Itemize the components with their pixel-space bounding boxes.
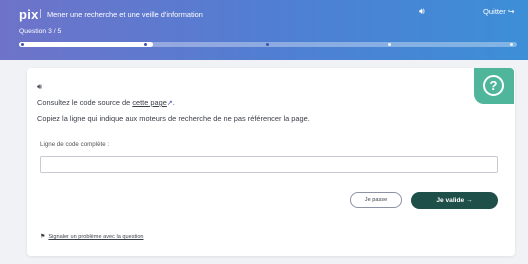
- flag-icon: ⚑: [40, 234, 46, 240]
- question-badge: ?: [474, 68, 514, 104]
- report-problem-label: Signaler un problème avec la question: [48, 234, 144, 240]
- report-problem-link[interactable]: ⚑ Signaler un problème avec la question: [40, 233, 144, 240]
- progress-step-dot: [509, 43, 513, 46]
- pix-logo[interactable]: pix: [19, 7, 39, 22]
- question-mark-icon: ?: [483, 75, 504, 96]
- instruction-line-2: Copiez la ligne qui indique aux moteurs …: [37, 114, 310, 123]
- speaker-icon[interactable]: 🔊︎: [419, 6, 425, 17]
- instruction-line-1: Consultez le code source de cette page↗.: [37, 98, 175, 107]
- header-bar: pix Mener une recherche et une veille d'…: [0, 0, 528, 60]
- assessment-title: Mener une recherche et une veille d'info…: [47, 10, 203, 19]
- progress-bar-fill: [19, 42, 154, 47]
- progress-bar: [19, 42, 517, 47]
- validate-button[interactable]: Je valide →: [411, 192, 498, 209]
- exit-icon: ↪: [507, 7, 515, 16]
- skip-button[interactable]: Je passe: [350, 192, 402, 208]
- question-counter: Question 3 / 5: [19, 28, 62, 35]
- header-separator: [40, 9, 41, 18]
- progress-step-dot: [387, 43, 391, 46]
- instruction-suffix: .: [172, 98, 175, 107]
- quit-label: Quitter: [483, 7, 506, 16]
- progress-step-dot: [265, 43, 269, 46]
- code-field-label: Ligne de code complète :: [40, 141, 110, 148]
- instruction-prefix: Consultez le code source de: [37, 98, 133, 107]
- instruction-speaker-icon[interactable]: 🔊︎: [37, 82, 42, 92]
- progress-step-dot: [143, 43, 147, 46]
- code-line-input[interactable]: [40, 156, 498, 173]
- quit-button[interactable]: Quitter ↪: [483, 7, 515, 16]
- source-page-link[interactable]: cette page: [132, 98, 167, 107]
